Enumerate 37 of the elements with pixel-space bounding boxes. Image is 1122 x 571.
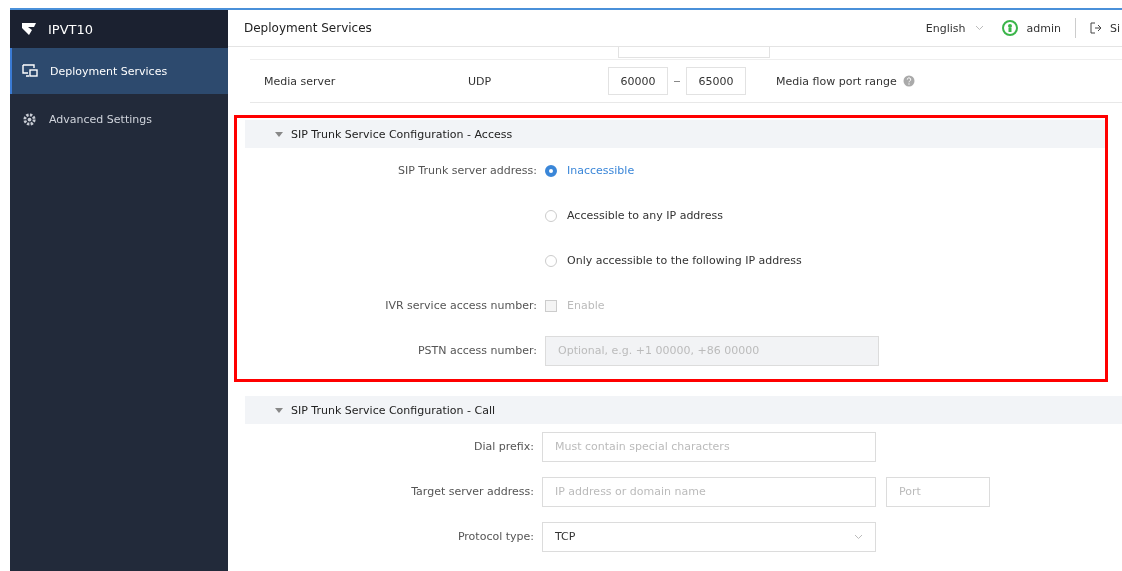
row-label: Media server [263, 74, 337, 88]
field-label: SIP Trunk server address: [397, 164, 537, 177]
page-title: Deployment Services [244, 21, 373, 35]
text-field[interactable]: Must contain special characters [542, 431, 876, 462]
radio-option[interactable]: Accessible to any IP address [545, 209, 723, 222]
caret-icon [275, 131, 283, 137]
sign-out-icon [1089, 22, 1102, 34]
radio-option[interactable]: Only accessible to the following IP address [545, 254, 802, 267]
monitor-icon [22, 64, 38, 78]
app-name: IPVT10 [48, 21, 94, 37]
port-field[interactable]: 65000 [686, 67, 746, 95]
help-icon[interactable] [902, 75, 915, 87]
protocol-text: UDP [468, 74, 493, 88]
sidebar-item[interactable]: Deployment Services [10, 48, 228, 94]
text-field[interactable] [618, 47, 770, 58]
sidebar-item[interactable]: Advanced Settings [10, 96, 228, 142]
logo-icon [20, 21, 38, 37]
section-header[interactable]: SIP Trunk Service Configuration - Call [245, 396, 1122, 424]
port-field[interactable]: Port [886, 476, 990, 507]
field-label: PSTN access number: [417, 344, 537, 357]
field-label: Target server address: [411, 485, 534, 498]
caret-icon [275, 407, 283, 413]
radio-option[interactable]: Inaccessible [545, 164, 635, 177]
field-label: Protocol type: [457, 530, 534, 543]
language-dropdown[interactable]: English [925, 21, 985, 35]
gear-icon [22, 111, 37, 127]
chevron-icon [975, 25, 985, 31]
chevron-icon [854, 533, 863, 540]
field-label: Dial prefix: [474, 440, 534, 453]
username[interactable]: admin [1026, 21, 1061, 35]
section-header[interactable]: SIP Trunk Service Configuration - Access [245, 120, 1105, 148]
address-field[interactable]: IP address or domain name [542, 476, 876, 507]
sign-out-link[interactable]: Si [1109, 21, 1120, 35]
port-field[interactable]: 60000 [608, 67, 668, 95]
row-description: Media flow port range [776, 74, 897, 88]
protocol-dropdown[interactable]: TCP [542, 521, 876, 552]
field-label: IVR service access number: [385, 299, 537, 312]
